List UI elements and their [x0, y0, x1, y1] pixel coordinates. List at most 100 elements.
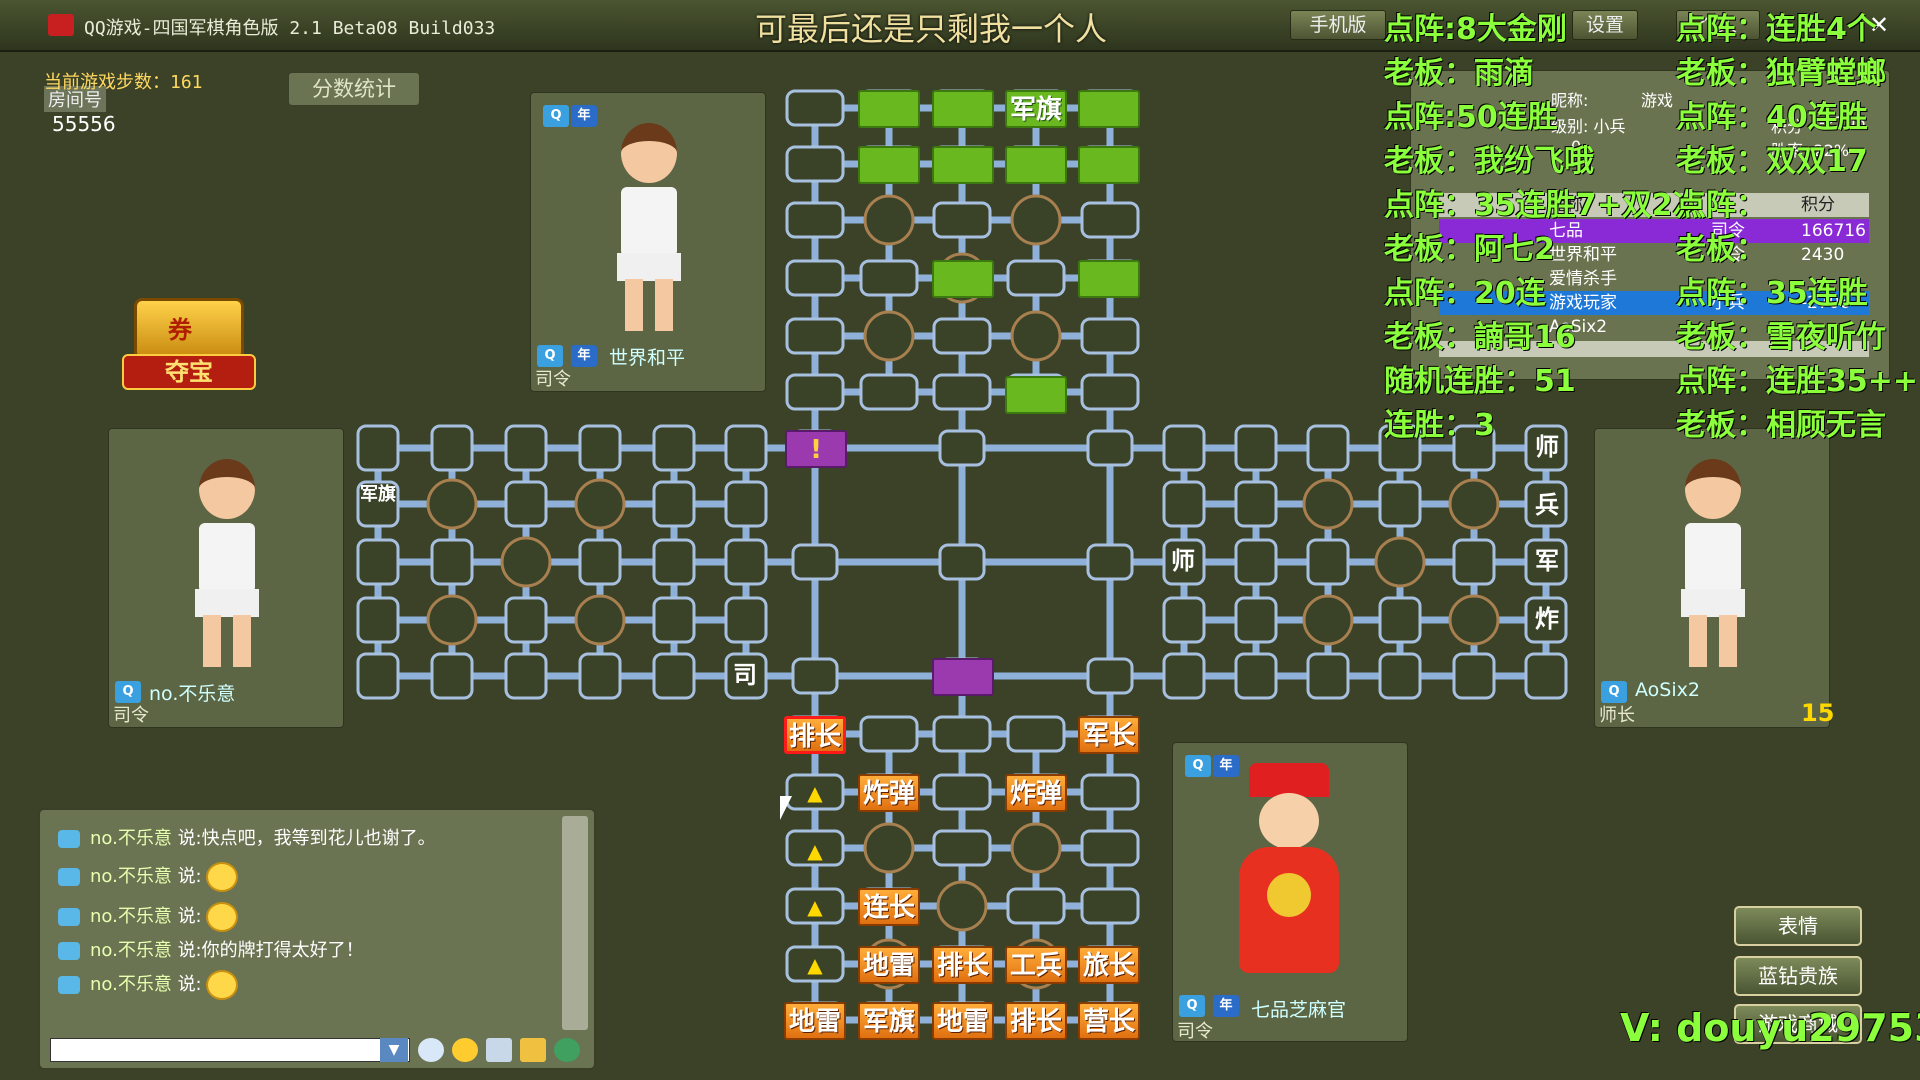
piece-right-division: 师: [1171, 547, 1195, 575]
piece-top: [1078, 146, 1140, 184]
qq-icon: [58, 976, 80, 994]
board-node: [1162, 480, 1206, 528]
piece-center-commander: 司: [733, 661, 757, 689]
chat-bubble-icon[interactable]: [418, 1038, 444, 1062]
piece-top: [932, 90, 994, 128]
board-node: [938, 543, 986, 581]
avatar-left: [165, 449, 285, 669]
chat-panel: no.不乐意 说:快点吧，我等到花儿也谢了。 no.不乐意 说: no.不乐意 …: [38, 808, 596, 1070]
board-node: [1162, 596, 1206, 644]
blue-diamond-button[interactable]: 蓝钻贵族: [1734, 956, 1862, 996]
board-camp: [863, 822, 915, 874]
board-node: [1080, 317, 1140, 355]
overlay-line: 老板：雨滴: [1384, 56, 1534, 91]
piece-top: [1078, 260, 1140, 298]
overlay-line: 随机连胜：51: [1384, 364, 1576, 399]
board-node: [1306, 424, 1350, 472]
piece-right: [1452, 540, 1498, 590]
chat-input[interactable]: [50, 1038, 410, 1062]
piece-own-platoon[interactable]: 排长: [932, 946, 994, 984]
chat-speaker: no.不乐意: [90, 828, 172, 849]
piece-own-platoon-selected[interactable]: 排长: [784, 716, 846, 754]
emoji-picker-icon[interactable]: [452, 1038, 478, 1062]
player-card-top: Q 年 Q 年 世界和平 司令: [530, 92, 766, 392]
board-node: [785, 145, 845, 183]
piece-own-company[interactable]: 连长: [858, 888, 920, 926]
overlay-line: 老板：双双17: [1676, 144, 1868, 179]
piece-own-bomb[interactable]: 炸弹: [858, 774, 920, 812]
piece-own-brigade[interactable]: 旅长: [1078, 946, 1140, 984]
piece-own-mine[interactable]: 地雷: [784, 1002, 846, 1040]
chat-text: 快点吧，我等到花儿也谢了。: [201, 828, 436, 849]
board-node: [430, 424, 474, 472]
piece-own-engineer[interactable]: 工兵: [1005, 946, 1067, 984]
overlay-line: 老板：諵哥16: [1384, 320, 1576, 355]
board-node: [652, 652, 696, 700]
piece-own-corps[interactable]: 军长: [1078, 716, 1140, 754]
board-node: [652, 480, 696, 528]
board-node: [1080, 829, 1140, 867]
avatar-top: [587, 113, 707, 333]
emote-button[interactable]: 表情: [1734, 906, 1862, 946]
board-node: [652, 596, 696, 644]
board-node: [724, 538, 768, 586]
player-name-right: AoSix2: [1635, 679, 1700, 701]
board-node: [1080, 773, 1140, 811]
qq-icon: Q: [543, 105, 569, 127]
chat-speaker: no.不乐意: [90, 940, 172, 961]
chat-dropdown-icon[interactable]: ▼: [380, 1038, 408, 1062]
piece-own-battalion[interactable]: 营长: [1078, 1002, 1140, 1040]
speaker-icon[interactable]: [486, 1038, 512, 1062]
piece-top: [858, 146, 920, 184]
chat-speaker: no.不乐意: [90, 974, 172, 995]
board-node: [1080, 887, 1140, 925]
avatar-right: [1651, 449, 1771, 669]
globe-icon[interactable]: [554, 1038, 580, 1062]
player-name-bottom: 七品芝麻官: [1251, 999, 1347, 1021]
piece-own-flag[interactable]: 军旗: [858, 1002, 920, 1040]
piece-own-mine[interactable]: 地雷: [932, 1002, 994, 1040]
piece-right-general: 军: [1535, 547, 1559, 575]
year-badge: 年: [571, 345, 597, 367]
qq-icon: [58, 830, 80, 848]
player-rank-left: 司令: [113, 705, 149, 726]
score-info-level: 级别: 小兵: [1551, 117, 1626, 136]
piece-left: [356, 596, 400, 646]
board-node: [724, 480, 768, 528]
player-card-right: Q AoSix2 师长 15: [1594, 428, 1834, 728]
chat-scrollbar[interactable]: [562, 816, 588, 1030]
board-node: [652, 424, 696, 472]
board-node: [578, 652, 622, 700]
board-node: [1006, 887, 1066, 925]
board-node: [578, 424, 622, 472]
board-node: [1086, 657, 1134, 695]
board-node: [1162, 424, 1206, 472]
board-node: [785, 259, 845, 297]
board-camp: [1010, 310, 1062, 362]
chat-speaker: no.不乐意: [90, 906, 172, 927]
piece-own-mine[interactable]: 地雷: [858, 946, 920, 984]
board-node: [1162, 652, 1206, 700]
piece-own-platoon[interactable]: 排长: [1005, 1002, 1067, 1040]
stream-watermark: V: douyu297535: [1620, 1006, 1920, 1050]
overlay-line: 点阵：: [1676, 188, 1766, 223]
piece-own-bomb[interactable]: 炸弹: [1005, 774, 1067, 812]
qq-icon: [58, 868, 80, 886]
piece-right: [1524, 654, 1570, 704]
chat-message: no.不乐意 说:: [58, 902, 238, 932]
year-badge: 年: [1213, 995, 1239, 1017]
grin-emoji-icon: [205, 862, 238, 892]
board-node: [859, 373, 919, 411]
piece-right: [1452, 598, 1498, 648]
board-node: [578, 538, 622, 586]
score-info-game-label: 游戏: [1641, 91, 1674, 110]
board-node: [785, 89, 845, 127]
tools-icon[interactable]: [520, 1038, 546, 1062]
row-name: 爱情杀手: [1549, 269, 1617, 289]
overlay-line: 点阵：35连胜7+双2次: [1384, 188, 1703, 223]
board-node: [356, 652, 400, 700]
piece-left: [356, 538, 400, 588]
board-node: [932, 715, 992, 753]
player-rank-top: 司令: [535, 369, 571, 390]
piece-left: [430, 482, 474, 532]
